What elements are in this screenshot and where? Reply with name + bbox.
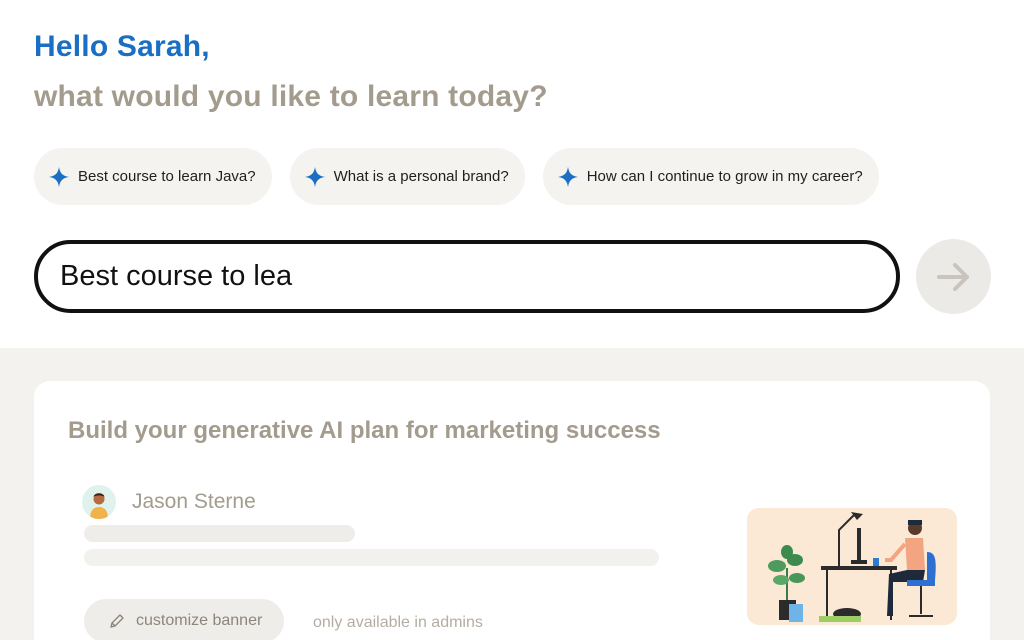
suggestion-chip[interactable]: How can I continue to grow in my career?: [542, 148, 879, 205]
search-input[interactable]: [60, 260, 840, 293]
suggestion-label: Best course to learn Java?: [78, 168, 256, 185]
search-box: [34, 240, 900, 313]
arrow-right-icon: [936, 262, 969, 291]
greeting: Hello Sarah,: [34, 30, 210, 63]
author-row: Jason Sterne: [82, 485, 256, 519]
avatar: [82, 485, 116, 519]
suggestion-chips: Best course to learn Java? What is a per…: [34, 148, 879, 205]
author-name: Jason Sterne: [132, 490, 256, 513]
admin-note: only available in admins: [313, 614, 483, 631]
loading-placeholder: [84, 549, 659, 566]
sparkle-icon: [557, 166, 578, 187]
subtitle: what would you like to learn today?: [34, 80, 548, 113]
loading-placeholder: [84, 525, 355, 542]
customize-banner-label: customize banner: [136, 612, 263, 629]
sparkle-icon: [48, 166, 70, 187]
card-title: Build your generative AI plan for market…: [68, 417, 661, 444]
pencil-icon: [110, 614, 124, 628]
suggestion-label: What is a personal brand?: [333, 168, 509, 185]
suggestion-label: How can I continue to grow in my career?: [586, 168, 863, 185]
sparkle-icon: [304, 166, 325, 187]
course-card: Build your generative AI plan for market…: [34, 381, 990, 640]
submit-button[interactable]: [916, 239, 991, 314]
customize-banner-button[interactable]: customize banner: [84, 599, 285, 640]
suggestion-chip[interactable]: What is a personal brand?: [289, 148, 525, 205]
course-illustration: [747, 508, 957, 625]
suggestion-chip[interactable]: Best course to learn Java?: [34, 148, 272, 205]
